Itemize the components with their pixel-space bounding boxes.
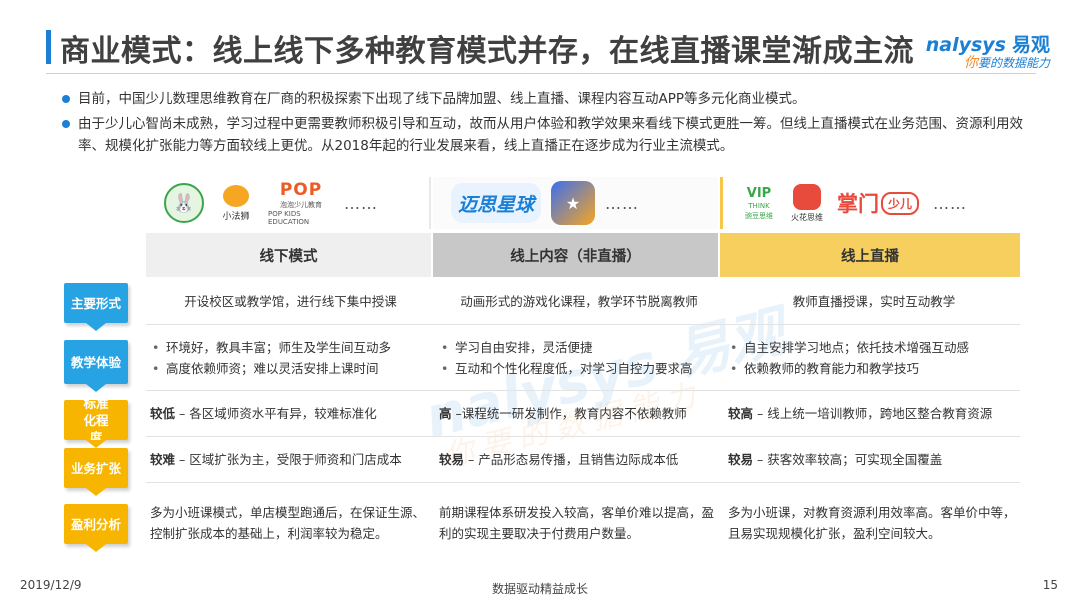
- page-title: 商业模式：线上线下多种教育模式并存，在线直播课堂渐成主流: [60, 34, 914, 69]
- offline-logos: 🐰 小法狮 POP 泡泡少儿教育 POP KIDS EDUCATION ……: [146, 177, 431, 229]
- bullet-item: 由于少儿心智尚未成熟，学习过程中更需要教师积极引导和互动，故而从用户体验和教学效…: [62, 113, 1032, 157]
- row-teaching-experience: 环境好，教具丰富；师生及学生间互动多 高度依赖师资；难以灵活安排上课时间 学习自…: [146, 325, 1020, 391]
- zhangmen-name: 掌门: [837, 192, 879, 216]
- list-item: 自主安排学习地点；依托技术增强互动感: [728, 337, 1020, 358]
- cell-text: 较易 – 产品形态易传播，且销售边际成本低: [439, 449, 719, 470]
- xiaofashi-logo: 小法狮: [214, 181, 258, 225]
- bullet-text: 目前，中国少儿数理思维教育在厂商的积极探索下出现了线下品牌加盟、线上直播、课程内…: [78, 91, 806, 107]
- bullet-dot: [62, 95, 70, 103]
- cell-live: 较高 – 线上统一培训教师，跨地区整合教育资源: [728, 391, 1020, 436]
- cell-content: 动画形式的游戏化课程，教学环节脱离教师: [460, 294, 698, 309]
- cell-content: 学习自由安排，灵活便捷 互动和个性化程度低，对学习自控力要求高: [439, 325, 719, 390]
- bullet-item: 目前，中国少儿数理思维教育在厂商的积极探索下出现了线下品牌加盟、线上直播、课程内…: [62, 88, 1032, 110]
- vipthink-cn: 豌豆思维: [745, 211, 773, 220]
- huohua-label: 火花思维: [791, 212, 823, 222]
- monkey-face-icon: [793, 183, 821, 210]
- cell-offline: 较低 – 各区域师资水平有异，较难标准化: [150, 391, 431, 436]
- col-header-live: 线上直播: [720, 233, 1020, 277]
- live-logos: VIP THINK 豌豆思维 火花思维 掌门 少儿 ……: [720, 177, 1020, 229]
- xiaofashi-label: 小法狮: [222, 211, 250, 222]
- cell-text: 较低 – 各区域师资水平有异，较难标准化: [150, 403, 431, 424]
- row-main-form: 开设校区或教学馆，进行线下集中授课 动画形式的游戏化课程，教学环节脱离教师 教师…: [146, 279, 1020, 325]
- row-profit-analysis: 多为小班课模式，单店模型跑通后，在保证生源、控制扩张成本的基础上，利润率较为稳定…: [146, 483, 1020, 563]
- lion-face-icon: [223, 184, 249, 207]
- row-standardization: 较低 – 各区域师资水平有异，较难标准化 高 –课程统一研发制作，教育内容不依赖…: [146, 391, 1020, 437]
- cell-live: 多为小班课，对教育资源利用效率高。客单价中等，且易实现规模化扩张，盈利空间较大。: [728, 505, 1016, 541]
- page-number: 15: [1042, 578, 1058, 592]
- analysys-logo: nalysys 易观 你要的数据能力: [926, 30, 1050, 72]
- row-tag-standardization: 标准化程度: [64, 396, 128, 448]
- rating-key: 高: [439, 406, 452, 421]
- vipthink-vip: VIP: [746, 185, 772, 201]
- vipthink-think: THINK: [748, 201, 770, 210]
- row-tag-teaching-experience: 教学体验: [64, 340, 128, 392]
- list-item: 互动和个性化程度低，对学习自控力要求高: [439, 358, 719, 379]
- zhangmen-logo: 掌门 少儿: [837, 186, 923, 220]
- cell-text: 高 –课程统一研发制作，教育内容不依赖教师: [439, 403, 719, 424]
- cell-live: 教师直播授课，实时互动教学: [792, 294, 956, 309]
- game-app-icon: ★: [551, 181, 595, 225]
- rating-key: 较难: [150, 452, 176, 467]
- logo-slogan-ni: 你: [963, 55, 978, 71]
- footer-slogan: 数据驱动精益成长: [491, 582, 588, 596]
- title-accent-bar: [46, 30, 51, 64]
- cell-content: 前期课程体系研发投入较高，客单价难以提高，盈利的实现主要取决于付费用户数量。: [439, 505, 715, 541]
- zhangmen-kids: 少儿: [881, 191, 920, 215]
- pop-en-name: POP KIDS EDUCATION: [268, 210, 310, 226]
- rabbit-brand-logo: 🐰: [164, 183, 204, 223]
- pop-cn-name: 泡泡少儿教育: [280, 201, 322, 209]
- cell-offline: 较难 – 区域扩张为主，受限于师资和门店成本: [150, 437, 431, 482]
- more-brands-ellipsis: ……: [933, 193, 967, 213]
- logo-slogan-rest: 要的数据能力: [977, 56, 1050, 70]
- cell-offline: 环境好，教具丰富；师生及学生间互动多 高度依赖师资；难以灵活安排上课时间: [150, 325, 431, 390]
- cell-live: 较易 – 获客效率较高；可实现全国覆盖: [728, 437, 1020, 482]
- cell-content: 高 –课程统一研发制作，教育内容不依赖教师: [439, 391, 719, 436]
- row-tag-profit-analysis: 盈利分析: [64, 504, 128, 552]
- list-item: 高度依赖师资；难以灵活安排上课时间: [150, 358, 431, 379]
- rating-key: 较易: [439, 452, 465, 467]
- rating-desc: –课程统一研发制作，教育内容不依赖教师: [451, 406, 687, 421]
- row-tag-main-form: 主要形式: [64, 283, 128, 331]
- rating-desc: – 线上统一培训教师，跨地区整合教育资源: [753, 406, 993, 421]
- col-header-offline: 线下模式: [146, 233, 431, 277]
- title-divider: [46, 73, 1036, 74]
- list-item: 依赖教师的教育能力和教学技巧: [728, 358, 1020, 379]
- pop-logo: POP 泡泡少儿教育 POP KIDS EDUCATION: [268, 180, 334, 226]
- cell-live: 自主安排学习地点；依托技术增强互动感 依赖教师的教育能力和教学技巧: [728, 325, 1020, 390]
- row-tag-business-expansion: 业务扩张: [64, 448, 128, 496]
- cell-content: 较易 – 产品形态易传播，且销售边际成本低: [439, 437, 719, 482]
- column-header-row: 线下模式 线上内容（非直播） 线上直播: [146, 233, 1020, 277]
- comparison-table: 🐰 小法狮 POP 泡泡少儿教育 POP KIDS EDUCATION …… 迈思星…: [146, 177, 1020, 567]
- maisi-planet-logo: 迈思星球: [451, 183, 541, 223]
- bullet-dot: [62, 120, 70, 128]
- rating-desc: – 产品形态易传播，且销售边际成本低: [464, 452, 679, 467]
- cell-text: 较难 – 区域扩张为主，受限于师资和门店成本: [150, 449, 431, 470]
- cell-offline: 开设校区或教学馆，进行线下集中授课: [184, 294, 397, 309]
- huohua-logo: 火花思维: [787, 181, 827, 225]
- more-brands-ellipsis: ……: [605, 193, 639, 213]
- pop-wordmark: POP: [279, 180, 323, 200]
- cell-text: 较易 – 获客效率较高；可实现全国覆盖: [728, 449, 1020, 470]
- row-business-expansion: 较难 – 区域扩张为主，受限于师资和门店成本 较易 – 产品形态易传播，且销售边…: [146, 437, 1020, 483]
- rating-desc: – 各区域师资水平有异，较难标准化: [175, 406, 377, 421]
- brand-logo-row: 🐰 小法狮 POP 泡泡少儿教育 POP KIDS EDUCATION …… 迈思星…: [146, 177, 1020, 229]
- content-logos: 迈思星球 ★ ……: [433, 177, 718, 229]
- col-header-content: 线上内容（非直播）: [433, 233, 718, 277]
- vipthink-logo: VIP THINK 豌豆思维: [741, 183, 777, 223]
- intro-bullets: 目前，中国少儿数理思维教育在厂商的积极探索下出现了线下品牌加盟、线上直播、课程内…: [62, 88, 1032, 160]
- rating-desc: – 区域扩张为主，受限于师资和门店成本: [175, 452, 402, 467]
- cell-offline: 多为小班课模式，单店模型跑通后，在保证生源、控制扩张成本的基础上，利润率较为稳定…: [150, 505, 426, 541]
- cell-text: 较高 – 线上统一培训教师，跨地区整合教育资源: [728, 403, 1020, 424]
- rating-key: 较高: [728, 406, 754, 421]
- more-brands-ellipsis: ……: [344, 193, 378, 213]
- rating-key: 较低: [150, 406, 176, 421]
- list-item: 学习自由安排，灵活便捷: [439, 337, 719, 358]
- rating-key: 较易: [728, 452, 754, 467]
- rating-desc: – 获客效率较高；可实现全国覆盖: [753, 452, 943, 467]
- list-item: 环境好，教具丰富；师生及学生间互动多: [150, 337, 431, 358]
- bullet-text: 由于少儿心智尚未成熟，学习过程中更需要教师积极引导和互动，故而从用户体验和教学效…: [78, 116, 1023, 154]
- logo-slogan: 你要的数据能力: [964, 52, 1050, 72]
